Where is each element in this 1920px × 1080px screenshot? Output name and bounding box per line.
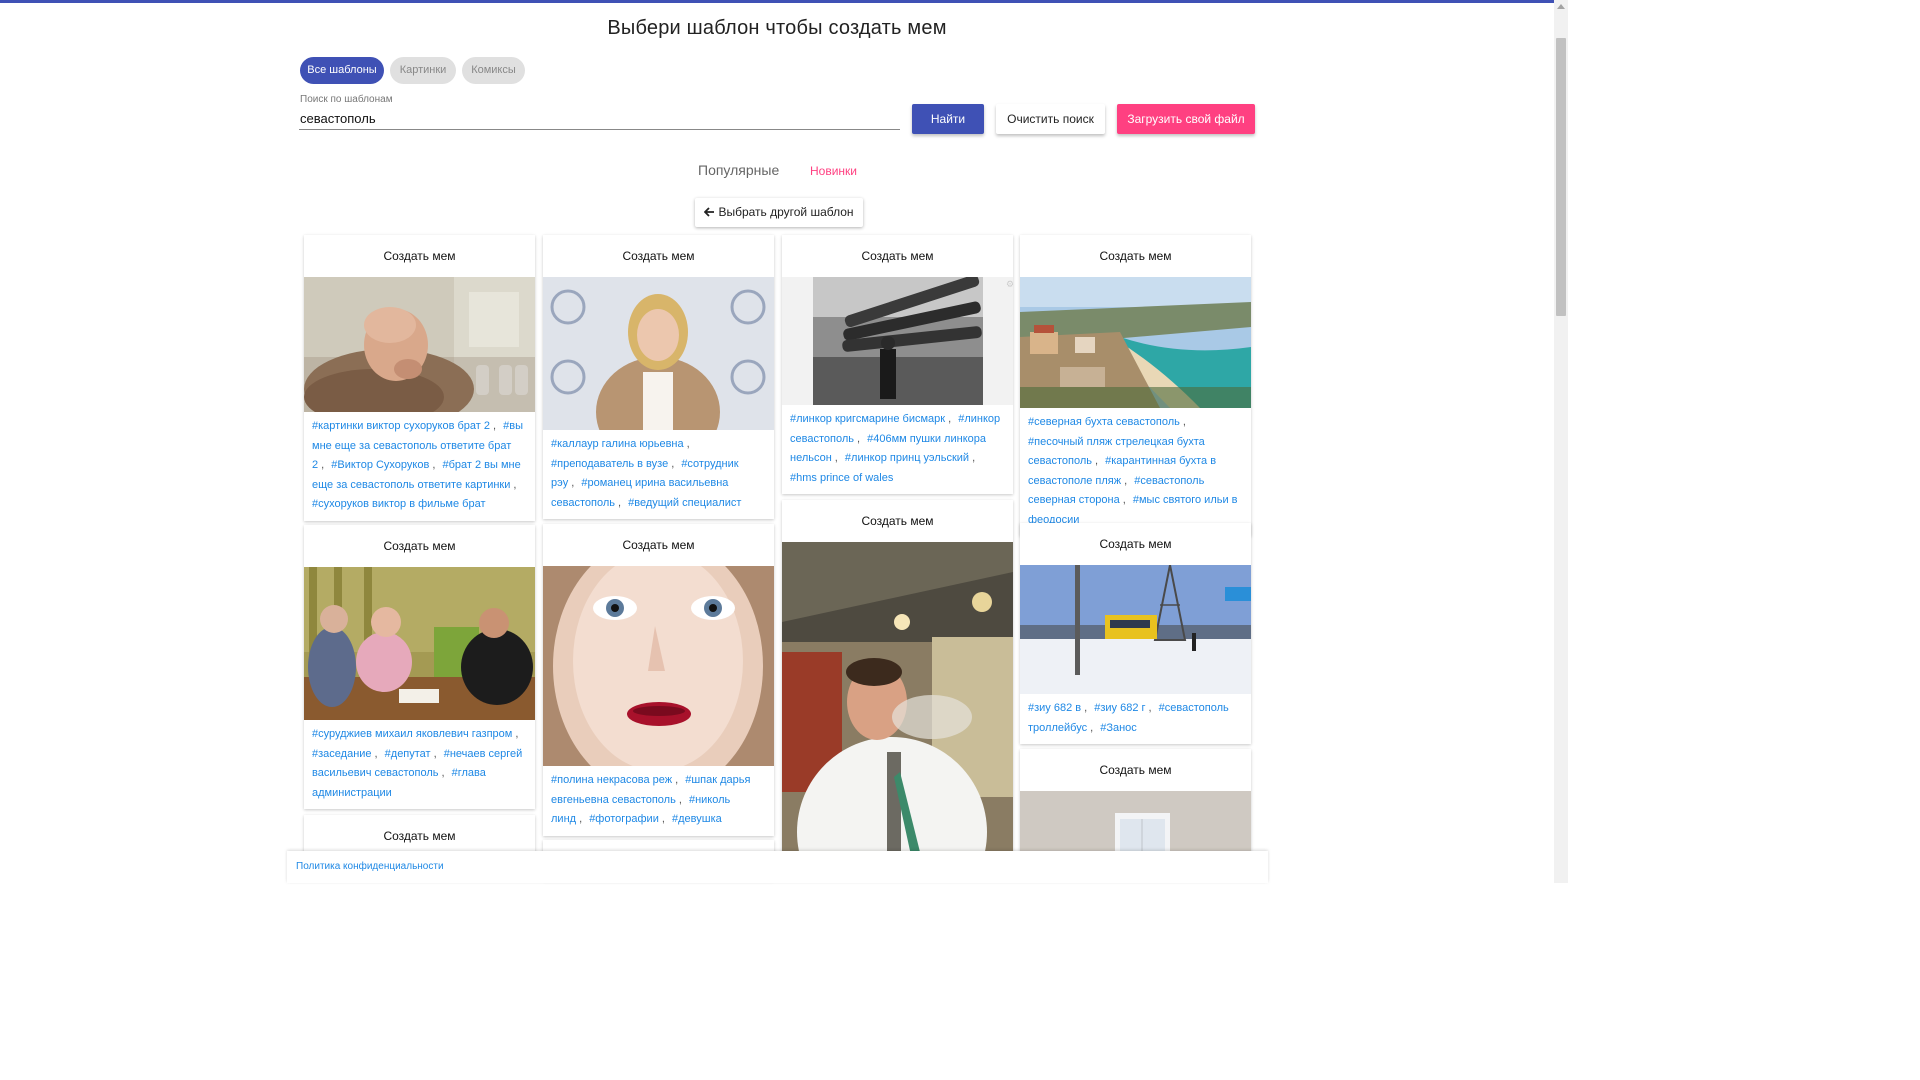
template-image[interactable] [1020, 565, 1251, 694]
sort-new-tab[interactable]: Новинки [810, 164, 857, 178]
tag-link[interactable]: #фотографии [589, 813, 659, 825]
tag-link[interactable]: #сухоруков виктор в фильме брат [312, 498, 486, 510]
create-meme-link[interactable]: Создать мем [782, 235, 1013, 277]
create-meme-link[interactable]: Создать мем [304, 525, 535, 567]
find-button[interactable]: Найти [912, 104, 984, 134]
create-meme-link[interactable]: Создать мем [543, 524, 774, 566]
search-input[interactable] [299, 108, 900, 130]
card-tags: #каллаур галина юрьевна, #преподаватель … [551, 438, 742, 509]
clear-search-button[interactable]: Очистить поиск [996, 104, 1105, 134]
chip-pictures[interactable]: Картинки [390, 57, 456, 84]
svg-text:⚙: ⚙ [1006, 280, 1013, 290]
tag-link[interactable]: #девушка [672, 813, 722, 825]
tag-link[interactable]: #полина некрасова реж [551, 774, 672, 786]
tag-link[interactable]: #картинки виктор сухоруков брат 2 [312, 420, 490, 432]
tag-link[interactable]: #суруджиев михаил яковлевич газпром [312, 728, 512, 740]
template-image[interactable] [304, 277, 535, 412]
choose-other-template-button[interactable]: Выбрать другой шаблон [695, 198, 863, 227]
page-title: Выбери шаблон чтобы создать мем [607, 17, 947, 39]
tag-link[interactable]: #линкор кригсмарине бисмарк [790, 413, 945, 425]
template-card: Создать мем #полина некрасова реж, #шпак… [543, 524, 774, 836]
template-card: Создать мем #суруджиев михаил яковлевич … [304, 525, 535, 809]
tag-link[interactable]: #преподаватель в вузе [551, 458, 668, 470]
template-card: Создать мем #картинки виктор сухоруков б… [304, 235, 535, 521]
template-card: Создать мем #зиу 682 в, #зиу 682 г, #сев… [1020, 523, 1251, 744]
template-card: Создать мем [782, 500, 1013, 860]
search-label: Поиск по шаблонам [300, 94, 393, 105]
create-meme-link[interactable]: Создать мем [543, 235, 774, 277]
template-image[interactable] [543, 566, 774, 766]
sort-popular-tab[interactable]: Популярные [698, 162, 779, 178]
template-card: Создать мем ⚙ #линкор кригсмарине бисмар… [782, 235, 1013, 494]
scroll-up-arrow-icon[interactable] [1557, 4, 1565, 9]
card-tags: #картинки виктор сухоруков брат 2, #вы м… [312, 420, 524, 510]
template-image[interactable]: ⚙ [782, 277, 1013, 405]
tag-link[interactable]: #северная бухта севастополь [1028, 416, 1180, 428]
top-accent-line [0, 0, 1568, 3]
chip-all-templates[interactable]: Все шаблоны [300, 57, 384, 84]
card-tags: #суруджиев михаил яковлевич газпром, #за… [312, 728, 523, 799]
create-meme-link[interactable]: Создать мем [782, 500, 1013, 542]
card-tags: #линкор кригсмарине бисмарк, #линкор сев… [790, 413, 1001, 484]
footer-bar: Политика конфиденциальности [287, 851, 1268, 883]
tag-link[interactable]: #зиу 682 в [1028, 702, 1081, 714]
create-meme-link[interactable]: Создать мем [1020, 749, 1251, 791]
tag-link[interactable]: #hms prince of wales [790, 472, 893, 484]
card-tags: #северная бухта севастополь, #песочный п… [1028, 416, 1238, 526]
template-card: Создать мем #каллаур галина юрьевна, #пр… [543, 235, 774, 519]
upload-file-button[interactable]: Загрузить свой файл [1117, 104, 1255, 134]
create-meme-link[interactable]: Создать мем [304, 235, 535, 277]
privacy-policy-link[interactable]: Политика конфиденциальности [296, 861, 444, 872]
tag-link[interactable]: #ведущий специалист [628, 497, 741, 509]
create-meme-link[interactable]: Создать мем [1020, 235, 1251, 277]
tag-link[interactable]: #депутат [385, 748, 431, 760]
tag-link[interactable]: #зиу 682 г [1094, 702, 1145, 714]
tag-link[interactable]: #Виктор Сухоруков [331, 459, 429, 471]
tag-link[interactable]: #каллаур галина юрьевна [551, 438, 684, 450]
choose-other-template-label: Выбрать другой шаблон [718, 205, 854, 219]
tag-link[interactable]: #заседание [312, 748, 372, 760]
tag-link[interactable]: #Занос [1100, 722, 1137, 734]
chip-comics[interactable]: Комиксы [462, 57, 525, 84]
scroll-thumb[interactable] [1556, 38, 1566, 316]
template-image[interactable] [543, 277, 774, 430]
tag-link[interactable]: #линкор принц уэльский [845, 452, 969, 464]
arrow-left-icon [704, 198, 715, 227]
card-tags: #полина некрасова реж, #шпак дарья евген… [551, 774, 751, 825]
template-card: Создать мем #северная бухта севастополь,… [1020, 235, 1251, 536]
create-meme-link[interactable]: Создать мем [1020, 523, 1251, 565]
scrollbar[interactable] [1554, 0, 1568, 883]
card-tags: #зиу 682 в, #зиу 682 г, #севастополь тро… [1028, 702, 1229, 734]
template-image[interactable] [782, 542, 1013, 860]
template-image[interactable] [1020, 277, 1251, 408]
template-image[interactable] [304, 567, 535, 720]
